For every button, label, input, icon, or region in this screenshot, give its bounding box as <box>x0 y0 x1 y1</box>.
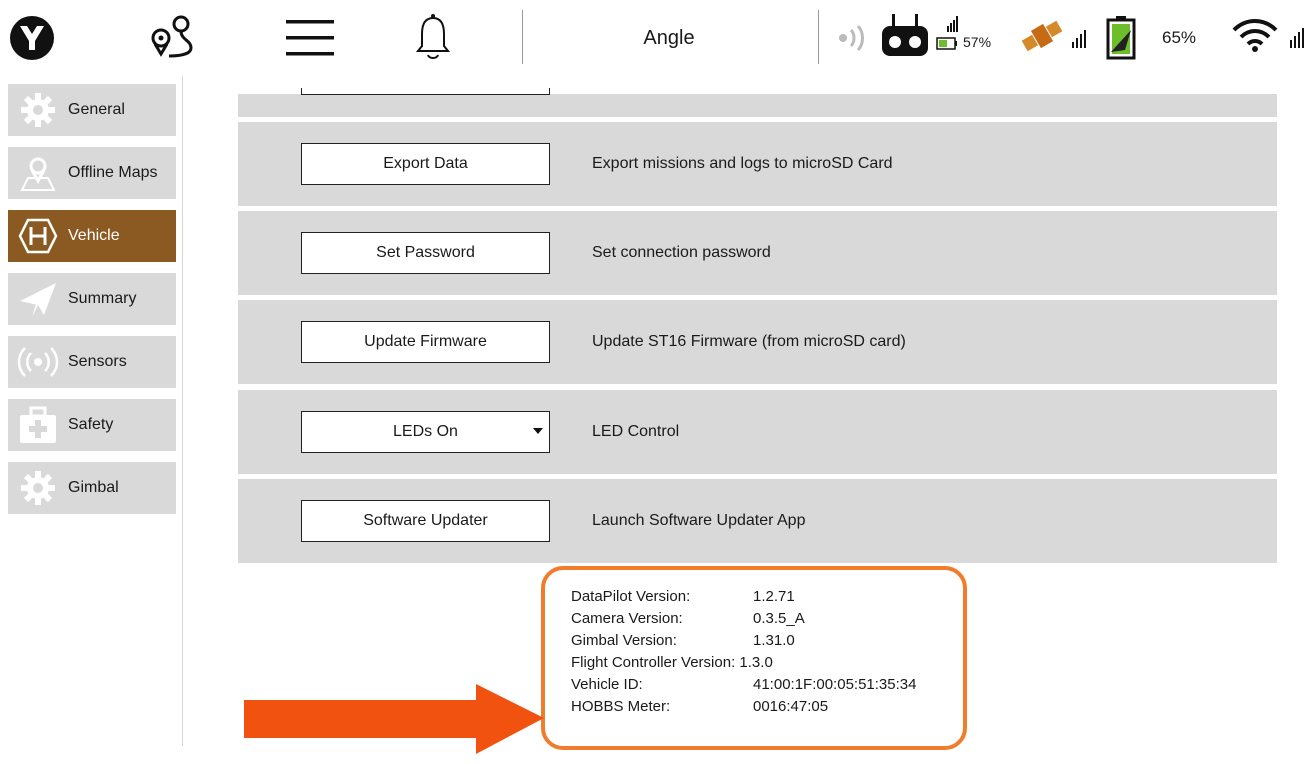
version-label: Vehicle ID: <box>571 676 643 693</box>
sidebar-item-label: General <box>68 101 125 118</box>
sidebar-item-label: Sensors <box>68 353 127 370</box>
version-value: 1.31.0 <box>753 632 795 649</box>
controller-icon <box>880 14 930 58</box>
led-control-select[interactable]: LEDs On <box>301 411 550 453</box>
sidebar-item-summary[interactable]: Summary <box>8 273 176 325</box>
map-pin-icon[interactable] <box>147 14 197 62</box>
annotation-arrow <box>244 684 554 764</box>
wifi-icon <box>1232 18 1306 54</box>
dropdown-arrow-icon <box>533 428 543 434</box>
sidebar-item-label: Gimbal <box>68 479 119 496</box>
hexagon-h-icon <box>8 210 68 262</box>
set-password-button[interactable]: Set Password <box>301 232 550 274</box>
battery-icon <box>935 14 961 54</box>
topbar-divider <box>522 10 523 64</box>
export-data-button[interactable]: Export Data <box>301 143 550 185</box>
settings-row-partial <box>238 88 1277 117</box>
sidebar-item-safety[interactable]: Safety <box>8 399 176 451</box>
version-label: Camera Version: <box>571 610 683 627</box>
version-label: DataPilot Version: <box>571 588 691 605</box>
row-description: Update ST16 Firmware (from microSD card) <box>592 333 906 350</box>
sidebar-item-general[interactable]: General <box>8 84 176 136</box>
version-value: 1.3.0 <box>739 654 773 671</box>
settings-row-set-password: Set Password Set connection password <box>238 211 1277 295</box>
version-value: 41:00:1F:00:05:51:35:34 <box>753 676 917 693</box>
sidebar: General Offline Maps Vehicle Summary Sen… <box>0 76 183 746</box>
sidebar-item-vehicle[interactable]: Vehicle <box>8 210 176 262</box>
version-value: 0016:47:05 <box>753 698 829 715</box>
gps-icon <box>1020 14 1090 58</box>
sidebar-item-gimbal[interactable]: Gimbal <box>8 462 176 514</box>
update-firmware-button[interactable]: Update Firmware <box>301 321 550 363</box>
sidebar-item-sensors[interactable]: Sensors <box>8 336 176 388</box>
sidebar-item-label: Vehicle <box>68 227 120 244</box>
signal-icon <box>833 22 869 54</box>
version-label: Flight Controller Version: <box>571 654 736 671</box>
vehicle-battery-icon <box>1105 14 1137 60</box>
gear-icon <box>8 462 68 514</box>
sidebar-item-label: Offline Maps <box>68 164 158 181</box>
gear-icon <box>8 84 68 136</box>
partial-button[interactable] <box>301 88 550 95</box>
version-value: 0.3.5_A <box>753 610 805 627</box>
app-logo-icon[interactable] <box>9 15 55 61</box>
vehicle-battery-percent: 65% <box>1162 28 1197 47</box>
version-label: HOBBS Meter: <box>571 698 671 715</box>
software-updater-button[interactable]: Software Updater <box>301 500 550 542</box>
bell-icon[interactable] <box>415 12 451 62</box>
settings-row-software-updater: Software Updater Launch Software Updater… <box>238 479 1277 563</box>
controller-battery-percent: 57% <box>963 34 992 50</box>
paper-plane-icon <box>8 273 68 325</box>
row-description: Launch Software Updater App <box>592 512 806 529</box>
map-icon <box>8 147 68 199</box>
led-select-value: LEDs On <box>393 423 458 440</box>
topbar-divider <box>818 10 819 64</box>
first-aid-icon <box>8 399 68 451</box>
sidebar-item-label: Summary <box>68 290 137 307</box>
sensor-icon <box>8 336 68 388</box>
row-description: Set connection password <box>592 244 771 261</box>
settings-row-export-data: Export Data Export missions and logs to … <box>238 122 1277 206</box>
sidebar-item-label: Safety <box>68 416 114 433</box>
version-value: 1.2.71 <box>753 588 795 605</box>
flight-mode-label: Angle <box>643 26 695 49</box>
version-row: Flight Controller Version: 1.3.0 <box>571 652 773 673</box>
row-description: Export missions and logs to microSD Card <box>592 155 893 172</box>
sidebar-item-offline-maps[interactable]: Offline Maps <box>8 147 176 199</box>
settings-row-led-control: LEDs On LED Control <box>238 390 1277 474</box>
row-description: LED Control <box>592 423 680 440</box>
settings-row-update-firmware: Update Firmware Update ST16 Firmware (fr… <box>238 300 1277 384</box>
top-bar: Angle 57% 65% <box>0 0 1310 76</box>
version-label: Gimbal Version: <box>571 632 677 649</box>
menu-icon[interactable] <box>284 16 336 60</box>
